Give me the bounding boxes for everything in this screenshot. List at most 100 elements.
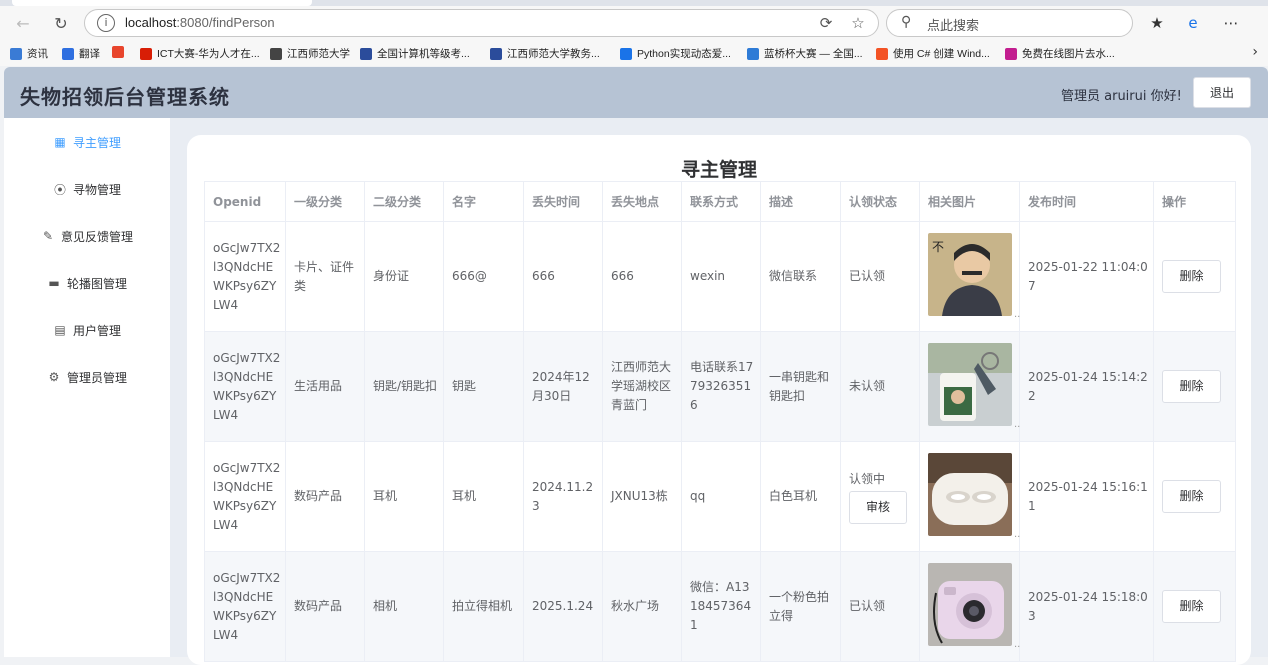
cell-cat2: 身份证 (364, 221, 444, 332)
column-header: 二级分类 (364, 181, 444, 222)
cell-publish-time: 2025-01-24 15:14:22 (1019, 331, 1154, 442)
bookmark-label: Python实现动态爱... (637, 48, 731, 60)
cell-contact: wexin (681, 221, 761, 332)
bookmark-favicon-icon (620, 47, 632, 60)
bookmark-item[interactable]: 江西师范大学 (270, 46, 350, 61)
column-header: 名字 (443, 181, 524, 222)
column-header: Openid (204, 181, 286, 222)
status-text: 未认领 (849, 379, 886, 393)
cell-openid: oGcJw7TX2l3QNdcHEWKPsy6ZYLW4 (204, 441, 286, 552)
refresh-icon[interactable]: ↻ (50, 12, 72, 34)
delete-button[interactable]: 删除 (1162, 480, 1221, 513)
bookmarks-overflow-icon[interactable]: › (1252, 44, 1258, 60)
sidebar-item[interactable]: ▦ 寻主管理 (4, 130, 170, 154)
page-title: 寻主管理 (680, 159, 757, 181)
review-button[interactable]: 审核 (849, 490, 907, 524)
cell-actions: 删除 (1153, 221, 1236, 332)
column-header: 发布时间 (1019, 181, 1154, 222)
bookmark-item[interactable]: 免费在线图片去水... (1005, 46, 1115, 61)
bookmark-favicon-icon (62, 47, 74, 60)
sidebar-item[interactable]: ⚙ 管理员管理 (4, 365, 170, 389)
sidebar-item[interactable]: ⦿ 寻物管理 (4, 177, 170, 201)
app-title: 失物招领后台管理系统 (20, 85, 230, 109)
table-header-row: Openid 一级分类 二级分类 名字 丢失时间 丢失地点 联系方式 描述 认领状态 相关图片 发布… (204, 181, 1236, 222)
bookmark-label: 江西师范大学教务... (507, 48, 600, 60)
status-text: 已认领 (849, 269, 886, 283)
column-header: 认领状态 (840, 181, 920, 222)
image-overflow-indicator: .. (1014, 418, 1021, 430)
bookmark-favicon-icon (1005, 47, 1017, 60)
bookmark-item[interactable]: Python实现动态爱... (620, 46, 731, 61)
sidebar-item-label: 寻主管理 (72, 135, 121, 150)
favorite-star-icon[interactable]: ☆ (849, 14, 867, 32)
bookmark-item[interactable]: 翻译 (62, 46, 100, 61)
cell-openid: oGcJw7TX2l3QNdcHEWKPsy6ZYLW4 (204, 221, 286, 332)
truck-icon: ▬ (48, 276, 60, 290)
column-header: 丢失地点 (602, 181, 682, 222)
cell-desc: 微信联系 (760, 221, 841, 332)
logout-button[interactable]: 退出 (1193, 77, 1251, 108)
cell-cat1: 卡片、证件类 (285, 221, 365, 332)
sidebar-item[interactable]: ▤ 用户管理 (4, 318, 170, 342)
bookmark-item[interactable]: 资讯 (10, 46, 48, 61)
sidebar: ▦ 寻主管理 ⦿ 寻物管理 ✎ 意见反馈管理 ▬ 轮播图管理 ▤ 用户管理 ⚙ 管理员管理 (4, 118, 170, 657)
bookmark-favicon-icon (140, 47, 152, 60)
bookmark-item[interactable]: ICT大赛-华为人才在... (140, 46, 260, 61)
bookmarks-bar: 资讯 翻译 ICT大赛-华为人才在... 江西师范大学 全国计算机等级考... 江西师范大… (0, 44, 1268, 64)
tab-strip (0, 0, 1268, 6)
cell-openid: oGcJw7TX2l3QNdcHEWKPsy6ZYLW4 (204, 551, 286, 662)
sidebar-item[interactable]: ▬ 轮播图管理 (4, 271, 170, 295)
main-card: 寻主管理 Openid 一级分类 二级分类 名字 丢失时间 丢失地点 联系方式 描述 认领状态相… (187, 135, 1251, 665)
app-header: 失物招领后台管理系统 管理员 aruirui 你好! 退出 (4, 67, 1268, 118)
grid-icon: ▦ (54, 135, 66, 149)
delete-button[interactable]: 删除 (1162, 590, 1221, 623)
cell-desc: 一个粉色拍立得 (760, 551, 841, 662)
bookmark-label: 使用 C# 创建 Wind... (893, 48, 990, 60)
favorites-icon[interactable]: ★ (1146, 12, 1168, 34)
cell-lost-place: 666 (602, 221, 682, 332)
cell-actions: 删除 (1153, 441, 1236, 552)
back-icon[interactable]: ← (12, 12, 34, 34)
column-header: 操作 (1153, 181, 1236, 222)
keychain-image[interactable] (928, 342, 1012, 426)
url-text[interactable]: localhost:8080/findPerson (125, 15, 275, 30)
bookmark-item[interactable]: 使用 C# 创建 Wind... (876, 46, 990, 61)
delete-button[interactable]: 删除 (1162, 370, 1221, 403)
cartoon-portrait-image[interactable]: 不 (928, 232, 1012, 316)
edit-icon: ✎ (42, 229, 54, 243)
bookmark-favicon-icon (112, 46, 124, 58)
bookmark-favicon-icon (270, 47, 282, 60)
cell-status: 已认领 (840, 551, 920, 662)
bookmark-label: 免费在线图片去水... (1022, 48, 1115, 60)
bookmark-favicon-icon (10, 47, 22, 60)
bookmark-item[interactable]: 蓝桥杯大赛 — 全国... (747, 46, 863, 61)
bookmark-item[interactable]: 全国计算机等级考... (360, 46, 470, 61)
site-info-icon[interactable]: i (97, 14, 115, 32)
sidebar-item[interactable]: ✎ 意见反馈管理 (4, 224, 170, 248)
bookmark-item[interactable]: 江西师范大学教务... (490, 46, 600, 61)
cell-cat1: 数码产品 (285, 441, 365, 552)
browser-search-box[interactable]: ⚲ 点此搜索 (886, 9, 1133, 37)
more-icon[interactable]: ⋯ (1220, 12, 1242, 34)
cell-cat2: 耳机 (364, 441, 444, 552)
data-table: Openid 一级分类 二级分类 名字 丢失时间 丢失地点 联系方式 描述 认领状态 相关图片 发布… (204, 181, 1236, 662)
table-row: oGcJw7TX2l3QNdcHEWKPsy6ZYLW4 数码产品 耳机 耳机 2024… (204, 441, 1236, 552)
active-tab[interactable] (12, 0, 312, 6)
column-header: 丢失时间 (523, 181, 603, 222)
cell-image: .. (919, 551, 1020, 662)
cell-publish-time: 2025-01-22 11:04:07 (1019, 221, 1154, 332)
delete-button[interactable]: 删除 (1162, 260, 1221, 293)
cell-actions: 删除 (1153, 551, 1236, 662)
cell-openid: oGcJw7TX2l3QNdcHEWKPsy6ZYLW4 (204, 331, 286, 442)
pink-instant-camera-image[interactable] (928, 562, 1012, 646)
edge-icon[interactable]: e (1182, 12, 1204, 34)
admin-greeting: 管理员 aruirui 你好! (1061, 89, 1182, 104)
address-bar[interactable]: i localhost:8080/findPerson ⟳ ☆ (84, 9, 879, 37)
bookmark-label: 资讯 (27, 48, 48, 60)
translate-icon[interactable]: ⟳ (817, 14, 835, 32)
earbuds-case-image[interactable] (928, 452, 1012, 536)
cell-cat2: 相机 (364, 551, 444, 662)
cell-name: 拍立得相机 (443, 551, 524, 662)
bookmark-item[interactable] (112, 46, 129, 58)
search-placeholder: 点此搜索 (927, 19, 980, 34)
